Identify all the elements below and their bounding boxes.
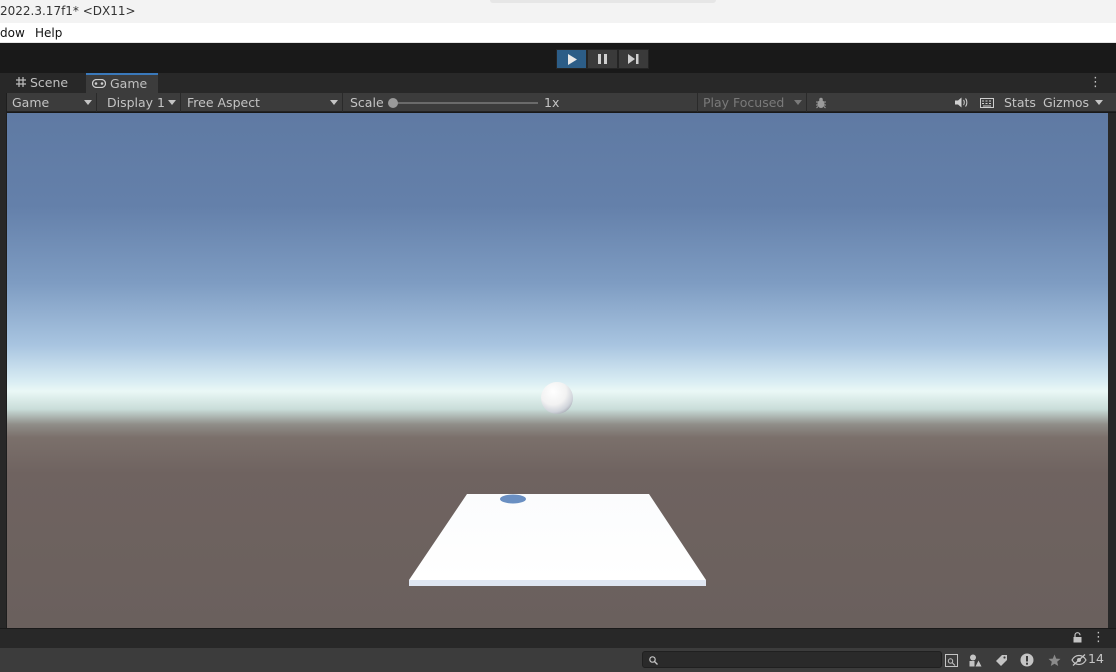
play-button[interactable] (556, 49, 587, 69)
hidden-packages-toggle[interactable] (1070, 651, 1088, 669)
title-drag-region (490, 0, 716, 3)
step-icon (628, 54, 639, 64)
display-select[interactable]: Display 1 (102, 93, 181, 112)
mute-audio-button[interactable] (950, 93, 972, 112)
game-scene-render (409, 382, 706, 586)
scale-slider-track[interactable] (392, 102, 538, 104)
play-mode-select[interactable]: Play Focused (697, 93, 807, 112)
console-warnings-button[interactable] (1018, 651, 1036, 669)
aspect-select-value: Free Aspect (187, 95, 260, 110)
tag-icon (995, 654, 1007, 666)
menu-item-help[interactable]: Help (35, 23, 62, 43)
favorites-button[interactable] (1045, 651, 1063, 669)
play-icon (567, 53, 577, 65)
gamepad-icon (91, 75, 107, 93)
panel-menu-icon[interactable]: ⋮ (1089, 76, 1102, 89)
keyboard-icon (980, 97, 994, 108)
view-select-value: Game (12, 95, 50, 110)
scale-label: Scale (350, 95, 384, 110)
filter-by-label-button[interactable] (992, 651, 1010, 669)
lower-panel-menu-icon[interactable]: ⋮ (1092, 630, 1105, 645)
window-title: 2022.3.17f1* <DX11> (0, 4, 136, 18)
platform (409, 494, 706, 586)
lock-icon[interactable] (1073, 632, 1082, 646)
step-button[interactable] (618, 49, 649, 69)
search-icon (649, 654, 658, 668)
tab-scene[interactable]: Scene (8, 73, 86, 93)
pause-icon (598, 54, 607, 64)
sphere-shadow (500, 494, 526, 504)
pause-button[interactable] (587, 49, 618, 69)
play-mode-arrow-icon (794, 100, 802, 105)
aspect-select[interactable]: Free Aspect (182, 93, 343, 112)
gizmos-arrow-icon (1095, 100, 1103, 105)
search-window-icon (944, 653, 958, 667)
project-toolbar: 14 (0, 648, 1116, 672)
speaker-icon (954, 97, 967, 108)
right-dock-edge (1108, 113, 1116, 628)
view-select[interactable]: Game (7, 93, 97, 112)
tab-scene-label: Scene (30, 75, 69, 90)
tab-game-label: Game (110, 76, 148, 91)
bug-icon (816, 97, 826, 108)
display-select-arrow-icon (168, 100, 176, 105)
gizmos-toggle[interactable]: Gizmos (1043, 93, 1089, 112)
lower-panel-header: ⋮ (0, 628, 1116, 648)
menu-bar: dow Help (0, 23, 1116, 43)
shapes-icon (969, 654, 981, 666)
eye-slash-icon (1071, 654, 1087, 666)
play-mode-value: Play Focused (703, 95, 785, 110)
search-input[interactable] (642, 651, 942, 668)
tab-game[interactable]: Game (86, 73, 158, 93)
shortcuts-button[interactable] (976, 93, 998, 112)
menu-item-window[interactable]: dow (0, 23, 25, 43)
view-tab-bar: Scene Game ⋮ (0, 73, 1116, 93)
search-by-type-button[interactable] (942, 651, 960, 669)
scale-slider-thumb[interactable] (388, 98, 398, 108)
view-select-arrow-icon (84, 100, 92, 105)
frame-debugger-button[interactable] (810, 93, 832, 112)
sphere (541, 382, 573, 414)
game-viewport[interactable] (7, 113, 1108, 628)
aspect-select-arrow-icon (330, 100, 338, 105)
game-view-toolbar: Game Display 1 Free Aspect Scale 1x Play… (0, 93, 1116, 112)
display-select-value: Display 1 (107, 95, 166, 110)
stats-toggle[interactable]: Stats (1004, 93, 1036, 112)
hidden-count: 14 (1088, 651, 1104, 666)
main-toolbar (0, 43, 1116, 73)
scene-grid-icon (16, 73, 26, 93)
exclamation-icon (1020, 653, 1034, 667)
filter-by-type-button[interactable] (966, 651, 984, 669)
star-icon (1048, 654, 1060, 666)
left-dock-edge (0, 93, 7, 628)
scale-value: 1x (544, 95, 560, 110)
window-title-bar: 2022.3.17f1* <DX11> (0, 0, 1116, 23)
play-controls (556, 49, 649, 69)
gizmos-dropdown[interactable] (1092, 93, 1106, 112)
